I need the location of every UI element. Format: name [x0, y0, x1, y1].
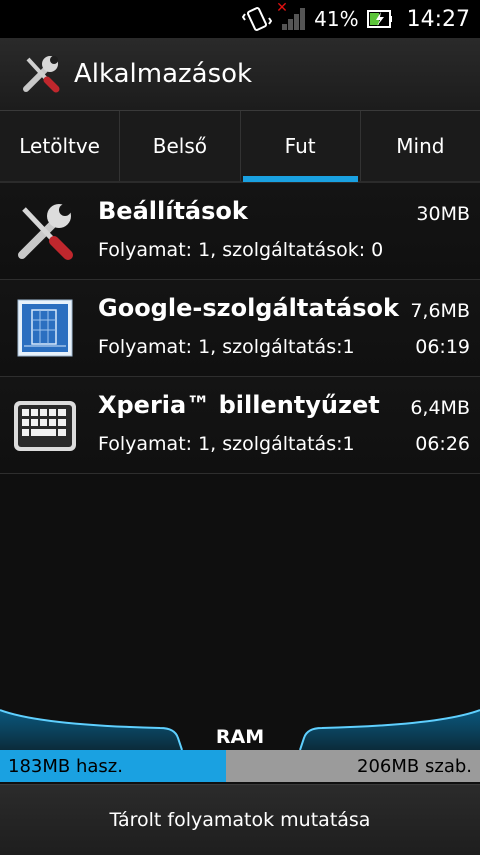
process-size: 30MB: [416, 203, 470, 225]
battery-charging-icon: [366, 10, 392, 28]
process-name: Beállítások: [98, 197, 248, 225]
show-cached-processes-button[interactable]: Tárolt folyamatok mutatása: [0, 784, 480, 855]
settings-tools-icon: [18, 204, 73, 260]
tab-internal[interactable]: Belső: [120, 111, 241, 181]
process-time: 06:26: [415, 433, 470, 455]
clock: 14:27: [406, 6, 470, 32]
ram-free: 206MB szab.: [225, 750, 480, 782]
status-bar: ✕ 41% 14:27: [0, 0, 480, 38]
signal-no-service-icon: ✕: [276, 0, 306, 32]
tab-running[interactable]: Fut: [241, 111, 361, 182]
tab-downloaded[interactable]: Letöltve: [0, 111, 121, 181]
list-item[interactable]: Beállítások Folyamat: 1, szolgáltatások:…: [0, 183, 480, 280]
process-list: Beállítások Folyamat: 1, szolgáltatások:…: [0, 183, 480, 474]
process-size: 7,6MB: [410, 300, 470, 322]
tools-icon[interactable]: [20, 53, 62, 95]
process-name: Google-szolgáltatások: [98, 294, 399, 322]
process-subtitle: Folyamat: 1, szolgáltatás:1: [98, 336, 355, 358]
process-size: 6,4MB: [410, 397, 470, 419]
list-item[interactable]: Xperia™ billentyűzet Folyamat: 1, szolgá…: [0, 377, 480, 474]
ram-label: RAM: [215, 726, 265, 748]
process-subtitle: Folyamat: 1, szolgáltatások: 0: [98, 239, 384, 261]
process-subtitle: Folyamat: 1, szolgáltatás:1: [98, 433, 355, 455]
vibrate-icon: [242, 7, 273, 31]
ram-usage-bar: 183MB hasz. 206MB szab.: [0, 750, 480, 782]
process-time: 06:19: [415, 336, 470, 358]
tab-all[interactable]: Mind: [361, 111, 480, 181]
process-name: Xperia™ billentyűzet: [98, 391, 380, 419]
ram-used: 183MB hasz.: [0, 750, 226, 782]
action-bar: Alkalmazások: [0, 38, 480, 111]
list-item[interactable]: Google-szolgáltatások Folyamat: 1, szolg…: [0, 280, 480, 377]
battery-percent: 41%: [314, 7, 359, 31]
tab-bar: Letöltve Belső Fut Mind: [0, 111, 480, 183]
blueprint-icon: [17, 299, 73, 357]
keyboard-icon: [14, 401, 76, 451]
page-title: Alkalmazások: [74, 59, 253, 89]
